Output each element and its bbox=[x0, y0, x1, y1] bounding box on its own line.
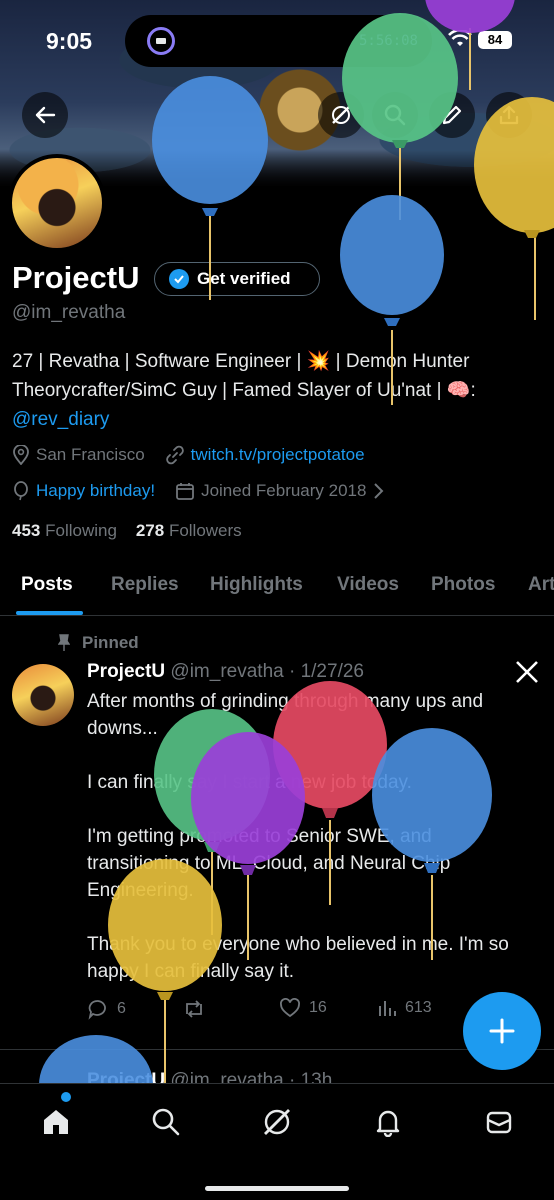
post-paragraph: I can finally say I start a new job toda… bbox=[87, 772, 412, 793]
island-timer: 5:56:08 bbox=[358, 33, 418, 49]
dynamic-island[interactable]: 5:56:08 bbox=[125, 15, 432, 67]
profile-bio: 27 | Revatha | Software Engineer | 💥 | D… bbox=[12, 347, 542, 434]
views-button[interactable]: 613 bbox=[377, 998, 432, 1018]
followers-link[interactable]: 278 Followers bbox=[136, 521, 242, 540]
pin-icon bbox=[58, 634, 70, 651]
tab-videos[interactable]: Videos bbox=[337, 574, 399, 596]
bio-line-1: 27 | Revatha | Software Engineer | 💥 | D… bbox=[12, 351, 470, 372]
share-icon bbox=[499, 105, 519, 125]
bell-icon bbox=[376, 1110, 400, 1137]
reply-button[interactable]: 6 bbox=[87, 998, 126, 1020]
website-link[interactable]: twitch.tv/projectpotatoe bbox=[191, 445, 365, 465]
profile-tabs: Posts Replies Highlights Videos Photos A… bbox=[0, 560, 554, 616]
tab-photos[interactable]: Photos bbox=[431, 574, 495, 596]
location-text: San Francisco bbox=[36, 445, 145, 464]
nav-search[interactable] bbox=[146, 1102, 186, 1142]
tab-art[interactable]: Art bbox=[528, 574, 554, 596]
post-avatar[interactable] bbox=[12, 664, 74, 726]
active-tab-indicator bbox=[16, 611, 83, 615]
follow-stats: 453 Following 278 Followers bbox=[12, 521, 242, 541]
repost-icon bbox=[186, 1000, 202, 1018]
following-link[interactable]: 453 Following bbox=[12, 521, 117, 540]
chevron-right-icon[interactable] bbox=[372, 482, 384, 500]
post-header: ProjectU @im_revatha · 1/27/26 bbox=[87, 661, 364, 683]
search-button[interactable] bbox=[372, 92, 418, 138]
bio-mention-link[interactable]: @rev_diary bbox=[12, 405, 542, 434]
tab-highlights[interactable]: Highlights bbox=[210, 574, 303, 596]
search-icon bbox=[384, 104, 406, 126]
x-logo-icon[interactable] bbox=[515, 660, 539, 684]
bottom-nav bbox=[0, 1083, 554, 1200]
post-handle-date: @im_revatha · 1/27/26 bbox=[170, 661, 364, 682]
post-paragraph: Thank you to everyone who believed in me… bbox=[87, 934, 509, 982]
nav-messages[interactable] bbox=[479, 1102, 519, 1142]
search-icon bbox=[152, 1108, 180, 1136]
heart-icon bbox=[280, 998, 300, 1018]
mail-icon bbox=[486, 1111, 512, 1134]
post-paragraph: After months of grinding through many up… bbox=[87, 691, 484, 739]
nav-grok[interactable] bbox=[257, 1102, 297, 1142]
profile-handle: @im_revatha bbox=[12, 302, 126, 323]
profile-meta-row-1: San Francisco twitch.tv/projectpotatoe bbox=[12, 445, 365, 465]
profile-name: ProjectU bbox=[12, 260, 140, 295]
notification-dot bbox=[61, 1092, 71, 1102]
plus-icon bbox=[489, 1018, 515, 1044]
repost-button[interactable] bbox=[182, 998, 214, 1020]
home-icon bbox=[44, 1110, 68, 1134]
nav-notifications[interactable] bbox=[368, 1102, 408, 1142]
post-paragraph: I'm getting promoted to Senior SWE, and … bbox=[87, 826, 451, 901]
bio-line-2: Theorycrafter/SimC Guy | Famed Slayer of… bbox=[12, 380, 476, 401]
calendar-icon bbox=[176, 483, 194, 500]
pinned-label: Pinned bbox=[58, 633, 139, 653]
grok-icon bbox=[332, 106, 350, 124]
reply-icon bbox=[88, 1000, 106, 1020]
grok-icon bbox=[264, 1109, 290, 1135]
pencil-icon bbox=[442, 105, 462, 125]
joined-text: Joined February 2018 bbox=[201, 481, 367, 500]
grok-button[interactable] bbox=[318, 92, 364, 138]
tab-posts[interactable]: Posts bbox=[21, 574, 73, 596]
share-button[interactable] bbox=[486, 92, 532, 138]
get-verified-label: Get verified bbox=[197, 269, 291, 288]
like-button[interactable]: 16 bbox=[279, 998, 327, 1018]
edit-button[interactable] bbox=[429, 92, 475, 138]
location-pin-icon bbox=[13, 445, 29, 465]
profile-avatar[interactable] bbox=[8, 154, 106, 252]
post-body: After months of grinding through many up… bbox=[87, 688, 539, 1012]
nav-home[interactable] bbox=[36, 1102, 76, 1142]
back-button[interactable] bbox=[22, 92, 68, 138]
recording-icon bbox=[147, 27, 175, 55]
home-indicator[interactable] bbox=[205, 1186, 349, 1191]
balloon-icon bbox=[14, 481, 28, 501]
birthday-text[interactable]: Happy birthday! bbox=[36, 481, 155, 501]
analytics-icon bbox=[379, 1001, 396, 1016]
profile-meta-row-2: Happy birthday! Joined February 2018 bbox=[12, 481, 384, 501]
arrow-left-icon bbox=[35, 106, 56, 124]
tab-replies[interactable]: Replies bbox=[111, 574, 179, 596]
link-icon bbox=[165, 445, 184, 465]
wifi-icon bbox=[448, 30, 472, 46]
get-verified-button[interactable]: Get verified bbox=[154, 262, 320, 296]
compose-post-button[interactable] bbox=[463, 992, 541, 1070]
battery-indicator: 84 bbox=[478, 31, 512, 49]
post-author[interactable]: ProjectU bbox=[87, 661, 165, 682]
status-time: 9:05 bbox=[46, 28, 93, 54]
verified-badge-icon bbox=[169, 269, 189, 289]
